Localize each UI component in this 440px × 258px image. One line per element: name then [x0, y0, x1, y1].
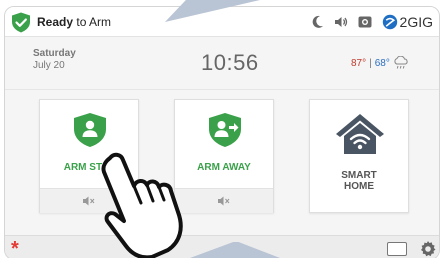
house-wifi-icon: [336, 114, 384, 154]
shield-check-icon: [12, 12, 30, 33]
arm-status-text: Ready to Arm: [37, 15, 111, 29]
brand-logo: 2GIG: [382, 14, 433, 30]
gear-icon[interactable]: [419, 240, 437, 258]
shield-person-arrow-icon: [209, 113, 241, 147]
status-bar: Ready to Arm 2GIG: [5, 7, 439, 37]
temp-high: 87°: [351, 57, 367, 69]
date-label: July 20: [33, 60, 65, 71]
smart-home-label-line2: HOME: [344, 181, 374, 192]
pointing-hand-icon: [101, 152, 183, 258]
clock-time: 10:56: [201, 50, 259, 75]
emergency-icon[interactable]: *: [11, 237, 19, 258]
rain-cloud-icon: [394, 56, 408, 69]
keypad-icon[interactable]: [387, 242, 407, 256]
weather-widget[interactable]: 87° | 68°: [351, 56, 409, 70]
shield-person-icon: [74, 113, 106, 147]
moon-icon[interactable]: [312, 15, 324, 29]
stage: Ready to Arm 2GIG Saturday July 20 10:56…: [0, 0, 440, 258]
smart-home-label: SMART HOME: [310, 170, 408, 192]
smart-home-tile[interactable]: SMART HOME: [309, 99, 409, 213]
smart-home-button[interactable]: SMART HOME: [310, 100, 408, 212]
info-row: Saturday July 20 10:56 87° | 68°: [5, 38, 439, 90]
arm-status-suffix: to Arm: [73, 15, 112, 29]
smart-home-label-line1: SMART: [341, 170, 377, 181]
speaker-icon[interactable]: [334, 15, 348, 29]
temp-separator: |: [369, 57, 372, 69]
panel-screen: Ready to Arm 2GIG Saturday July 20 10:56…: [4, 6, 440, 258]
speaker-mute-icon: [218, 196, 230, 206]
date-block: Saturday July 20: [33, 48, 76, 72]
brand-name: 2GIG: [399, 14, 433, 30]
camera-icon[interactable]: [358, 15, 372, 29]
status-icons: 2GIG: [312, 13, 433, 31]
arm-status-state: Ready: [37, 15, 74, 29]
day-label: Saturday: [33, 48, 76, 59]
temp-low: 68°: [374, 57, 390, 69]
brand-logo-icon: [382, 14, 397, 30]
